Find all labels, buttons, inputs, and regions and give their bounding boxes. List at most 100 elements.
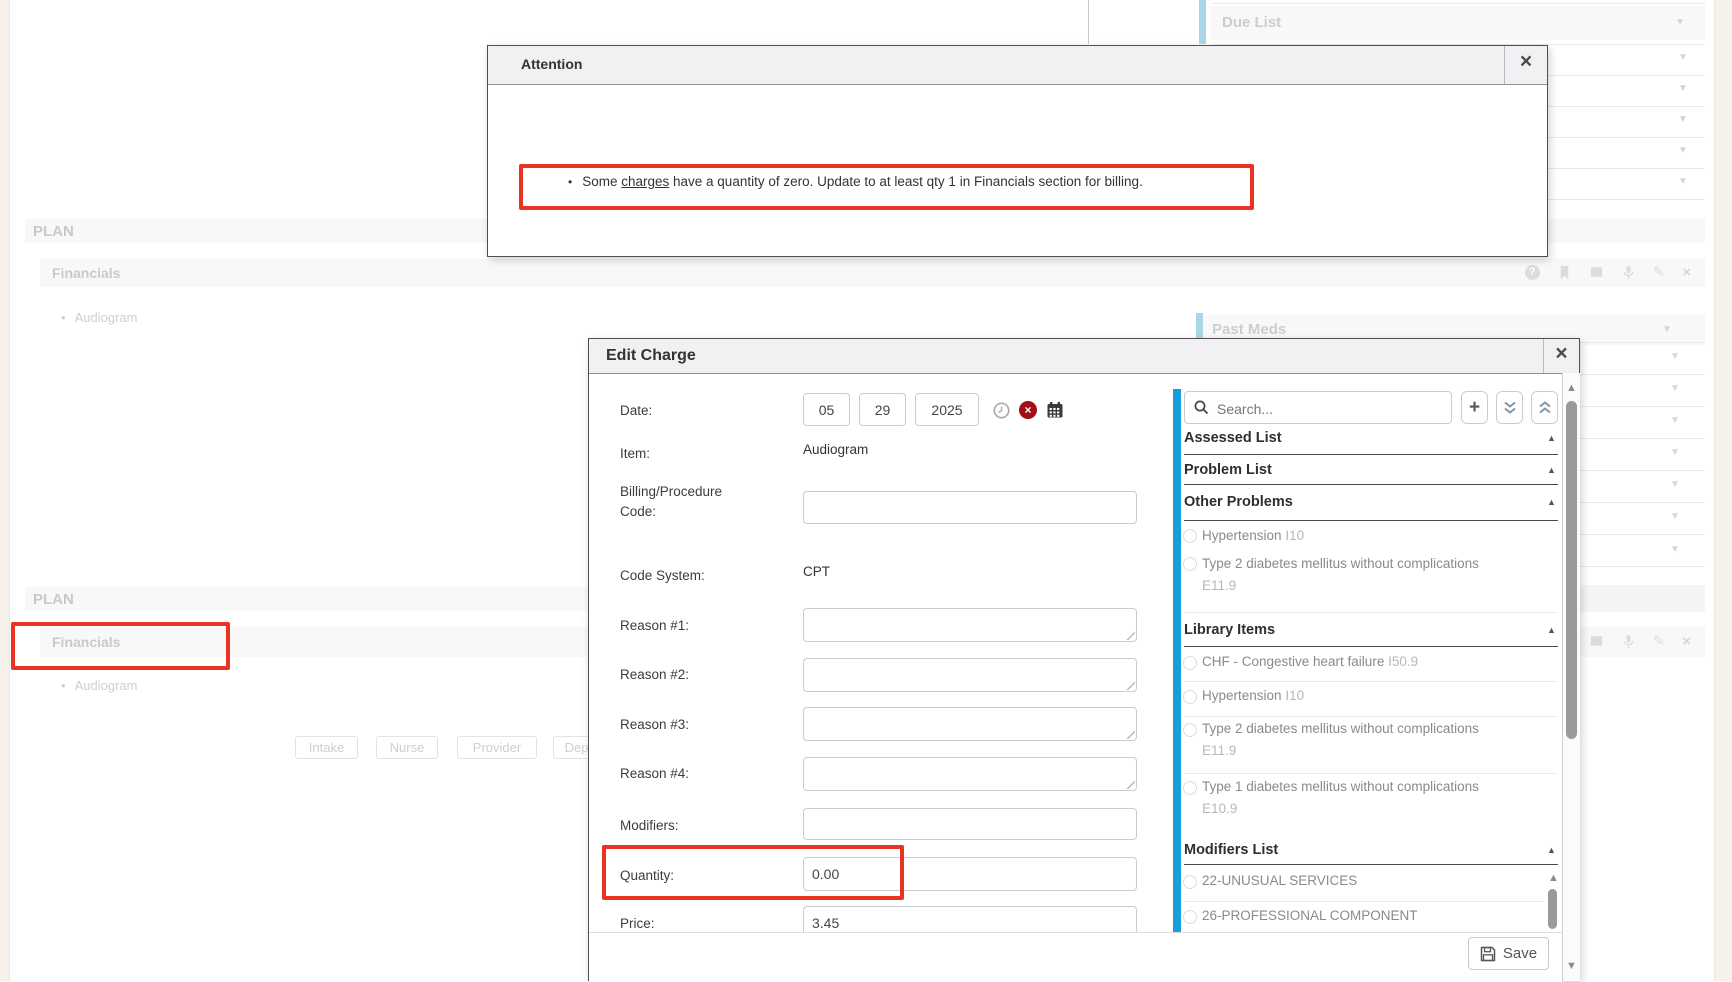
list-item[interactable]: CHF - Congestive heart failure I50.9 [1202, 654, 1418, 669]
search-input[interactable] [1215, 394, 1447, 423]
edit-charge-dialog: Edit Charge × Date: × Item: Audiogram Bi… [588, 338, 1580, 981]
pencil-icon: ✎ [1653, 265, 1666, 280]
radio-button[interactable] [1183, 910, 1197, 924]
radio-button[interactable] [1183, 529, 1197, 543]
item-code: E11.9 [1202, 743, 1542, 758]
section-header-problem-list[interactable]: Problem List [1184, 462, 1272, 478]
section-header-library-items[interactable]: Library Items [1184, 622, 1275, 638]
right-page-margin [1714, 0, 1732, 981]
date-year-field[interactable] [915, 393, 979, 426]
item-code: E10.9 [1202, 801, 1542, 816]
list-item[interactable]: 22-UNUSUAL SERVICES [1202, 873, 1357, 888]
chevron-down-icon [1675, 18, 1685, 28]
help-icon: ? [1525, 265, 1540, 280]
section-header-other-problems[interactable]: Other Problems [1184, 494, 1293, 510]
date-day-field[interactable] [859, 393, 906, 426]
charges-link[interactable]: charges [621, 174, 669, 189]
chevron-down-icon [1670, 448, 1680, 458]
quantity-field[interactable] [803, 857, 1137, 891]
attention-message-prefix: Some [582, 174, 621, 189]
resize-handle-icon[interactable] [1125, 779, 1135, 789]
book-icon [1589, 265, 1604, 280]
price-field[interactable] [803, 906, 1137, 932]
time-icon[interactable] [993, 402, 1010, 424]
reason4-field[interactable] [803, 757, 1137, 791]
reason3-field[interactable] [803, 707, 1137, 741]
clear-date-icon[interactable]: × [1019, 401, 1037, 419]
scroll-up-icon[interactable]: ▲ [1566, 383, 1577, 394]
panel-accent-bar [1173, 389, 1181, 932]
radio-button[interactable] [1183, 723, 1197, 737]
nurse-button: Nurse [376, 736, 438, 759]
chevron-down-icon [1678, 84, 1688, 94]
bookmark-icon [1557, 265, 1572, 280]
chevron-down-icon [1662, 325, 1672, 335]
billing-code-field[interactable] [803, 491, 1137, 524]
chevron-down-icon [1670, 416, 1680, 426]
collapse-arrow-icon[interactable] [1547, 465, 1556, 475]
code-system-value: CPT [803, 564, 830, 579]
scrollbar-thumb[interactable] [1548, 889, 1557, 929]
section-header-modifiers-list[interactable]: Modifiers List [1184, 842, 1278, 858]
divider [1184, 520, 1558, 521]
item-value: Audiogram [803, 442, 868, 457]
radio-button[interactable] [1183, 781, 1197, 795]
close-icon: × [1682, 265, 1691, 280]
divider [1184, 484, 1558, 485]
modifiers-field[interactable] [803, 808, 1137, 840]
save-button-label: Save [1503, 945, 1537, 962]
resize-handle-icon[interactable] [1125, 630, 1135, 640]
radio-button[interactable] [1183, 690, 1197, 704]
modifiers-label: Modifiers: [620, 816, 770, 836]
resize-handle-icon[interactable] [1125, 729, 1135, 739]
chevron-down-icon [1670, 545, 1680, 555]
scroll-up-icon[interactable]: ▲ [1548, 873, 1559, 884]
list-item[interactable]: Type 2 diabetes mellitus without complic… [1202, 721, 1542, 758]
list-item[interactable]: Hypertension I10 [1202, 528, 1304, 543]
calendar-icon[interactable] [1046, 401, 1064, 424]
radio-button[interactable] [1183, 557, 1197, 571]
chevron-down-icon [1678, 115, 1688, 125]
resize-handle-icon[interactable] [1125, 680, 1135, 690]
collapse-all-button[interactable] [1531, 391, 1558, 424]
due-list-title: Due List [1222, 14, 1281, 31]
collapse-arrow-icon[interactable] [1547, 433, 1556, 443]
collapse-arrow-icon[interactable] [1547, 497, 1556, 507]
item-label: Type 2 diabetes mellitus without complic… [1202, 721, 1479, 736]
list-item[interactable]: Type 2 diabetes mellitus without complic… [1202, 556, 1542, 593]
add-item-button[interactable]: + [1461, 391, 1488, 424]
radio-button[interactable] [1183, 875, 1197, 889]
date-month-field[interactable] [803, 393, 850, 426]
divider [1212, 3, 1705, 4]
reason1-field[interactable] [803, 608, 1137, 642]
chevron-down-icon [1670, 352, 1680, 362]
radio-button[interactable] [1183, 656, 1197, 670]
item-label: Hypertension [1202, 528, 1282, 543]
collapse-arrow-icon[interactable] [1547, 625, 1556, 635]
double-chevron-up-icon [1538, 401, 1552, 415]
section-header-assessed-list[interactable]: Assessed List [1184, 430, 1282, 446]
save-icon [1480, 946, 1496, 962]
divider [1184, 901, 1544, 902]
list-item[interactable]: 26-PROFESSIONAL COMPONENT [1202, 908, 1418, 923]
reason2-field[interactable] [803, 658, 1137, 692]
save-button[interactable]: Save [1468, 937, 1549, 970]
collapse-arrow-icon[interactable] [1547, 845, 1556, 855]
search-box [1184, 391, 1452, 424]
list-item[interactable]: Type 1 diabetes mellitus without complic… [1202, 779, 1542, 816]
close-icon[interactable]: × [1504, 50, 1548, 74]
code-system-label: Code System: [620, 566, 770, 586]
divider [1184, 612, 1558, 613]
scrollbar-thumb[interactable] [1566, 401, 1577, 739]
list-item[interactable]: Hypertension I10 [1202, 688, 1304, 703]
divider [1184, 716, 1558, 717]
expand-all-button[interactable] [1496, 391, 1523, 424]
double-chevron-down-icon [1503, 401, 1517, 415]
close-icon[interactable]: × [1543, 342, 1580, 366]
list-item-audiogram-2: Audiogram [61, 678, 137, 693]
dialog-scrollbar[interactable]: ▲ ▼ [1562, 373, 1580, 981]
scroll-down-icon[interactable]: ▼ [1566, 961, 1577, 972]
attention-message: •Some charges have a quantity of zero. U… [568, 174, 1143, 189]
column-divider [1088, 0, 1089, 44]
item-code: E11.9 [1202, 578, 1542, 593]
